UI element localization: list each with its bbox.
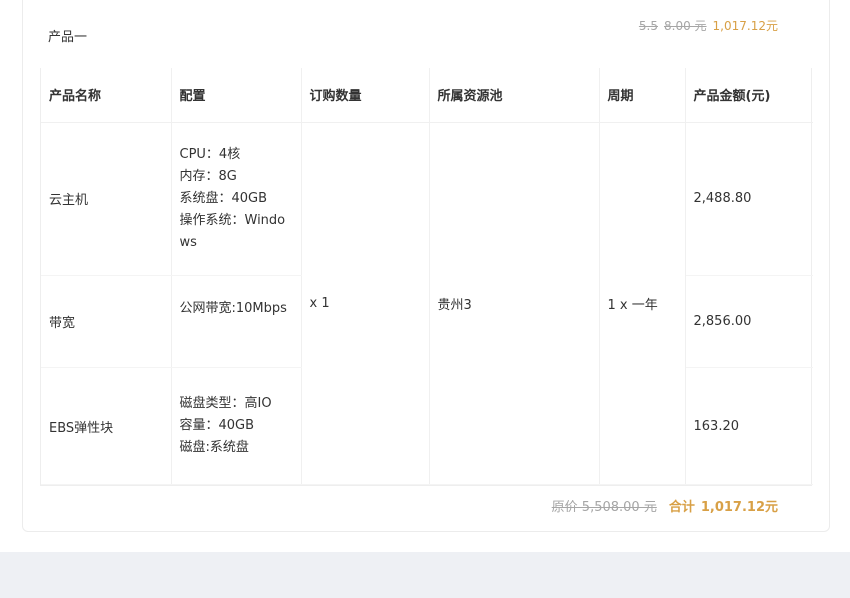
row-amount: 163.20 [685, 367, 813, 485]
current-price: 1,017.12元 [712, 19, 778, 33]
config-line: 公网带宽:10Mbps [179, 301, 287, 317]
config-line: 容量：40GB [179, 418, 255, 434]
product-title: 产品一 [48, 30, 88, 45]
row-quantity: x 1 [301, 122, 430, 485]
discount-rate: 5.5 [638, 19, 658, 33]
product-table: 产品名称 配置 订购数量 所属资源池 周期 产品金额(元) 云主机 CPU：4核… [40, 68, 813, 486]
row-config: 公网带宽:10Mbps [171, 275, 302, 369]
config-line: 内存：8G [179, 168, 237, 184]
row-period: 1 x 一年 [599, 122, 686, 485]
row-product-name: 带宽 [41, 275, 172, 369]
total-label: 合计 [668, 500, 695, 515]
config-line: 系统盘：40GB [179, 190, 268, 206]
config-line: 磁盘:系统盘 [179, 440, 249, 456]
order-total-summary: 原价 5,508.00 元合计 1,017.12元 [552, 496, 778, 515]
config-line: 操作系统：Windows [179, 212, 286, 250]
header-period: 周期 [599, 68, 686, 123]
table-header-row: 产品名称 配置 订购数量 所属资源池 周期 产品金额(元) [41, 68, 813, 123]
original-price: 8.00 元 [664, 19, 707, 33]
row-product-name: 云主机 [41, 122, 172, 277]
config-line: CPU：4核 [179, 146, 241, 162]
header-resource-pool: 所属资源池 [429, 68, 600, 123]
table-row: 云主机 CPU：4核 内存：8G 系统盘：40GB 操作系统：Windows x… [41, 122, 813, 485]
original-total: 原价 5,508.00 元 [551, 500, 657, 515]
header-config: 配置 [171, 68, 302, 123]
header-product-name: 产品名称 [41, 68, 172, 123]
row-resource-pool: 贵州3 [429, 122, 600, 485]
row-amount: 2,856.00 [685, 275, 813, 369]
header-quantity: 订购数量 [301, 68, 430, 123]
footer-background [0, 552, 850, 598]
header-amount: 产品金额(元) [685, 68, 813, 123]
row-amount: 2,488.80 [685, 122, 813, 277]
row-config: CPU：4核 内存：8G 系统盘：40GB 操作系统：Windows [171, 122, 302, 277]
total-value: 1,017.12元 [700, 500, 778, 515]
config-line: 磁盘类型：高IO [179, 396, 272, 412]
row-config: 磁盘类型：高IO 容量：40GB 磁盘:系统盘 [171, 367, 302, 485]
row-product-name: EBS弹性块 [41, 367, 172, 485]
product-price-summary: 5.5 8.00 元 1,017.12元 [639, 17, 778, 34]
